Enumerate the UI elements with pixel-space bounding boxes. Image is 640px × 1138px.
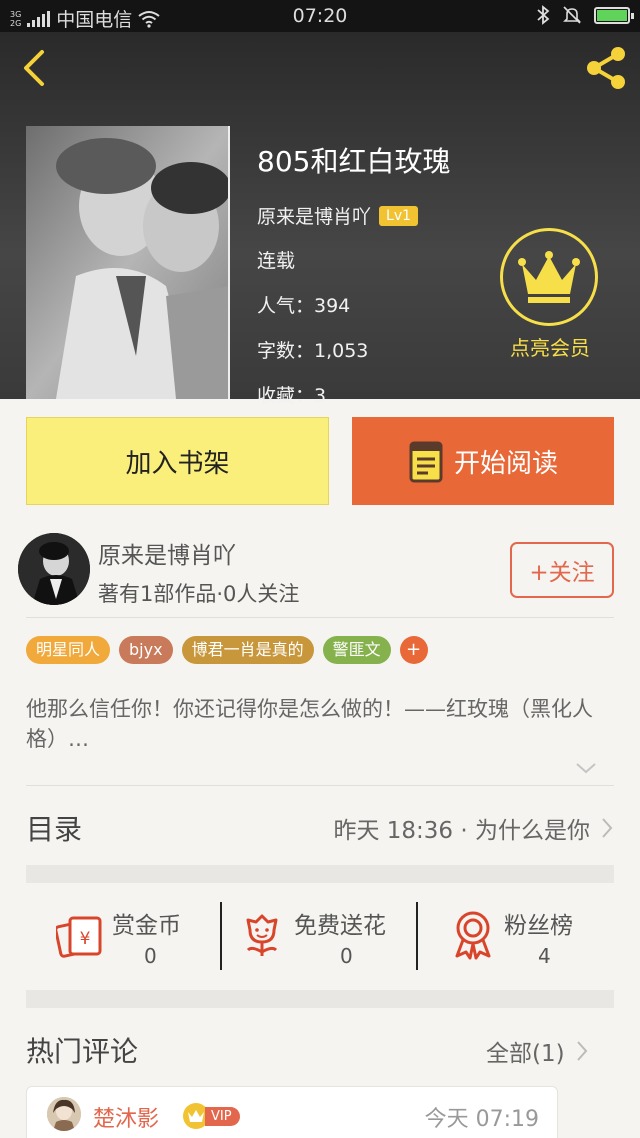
crown-icon xyxy=(518,251,580,303)
reward-coins-count: 0 xyxy=(144,944,157,968)
chevron-right-icon xyxy=(576,1041,587,1061)
tag-item[interactable]: bjyx xyxy=(119,636,173,664)
chevron-down-icon[interactable] xyxy=(574,760,598,776)
svg-text:¥: ¥ xyxy=(80,929,91,949)
vip-membership-button[interactable] xyxy=(500,228,598,326)
fan-ranking-button[interactable]: 粉丝榜 4 xyxy=(418,900,614,970)
all-comments-link[interactable]: 全部(1) xyxy=(486,1034,589,1068)
vip-membership-label[interactable]: 点亮会员 xyxy=(490,332,610,361)
author-stats: 著有1部作品·0人关注 xyxy=(98,582,300,606)
fan-ranking-count: 4 xyxy=(538,944,551,968)
status-bar: 3G 2G 中国电信 07:20 xyxy=(0,0,640,32)
author-avatar[interactable] xyxy=(18,533,90,605)
table-of-contents-row[interactable]: 目录 昨天 18:36 · 为什么是你 xyxy=(26,800,614,856)
red-envelope-icon: ¥ xyxy=(56,916,102,958)
reward-coins-button[interactable]: ¥ 赏金币 0 xyxy=(26,900,220,970)
battery-icon xyxy=(594,6,634,24)
start-reading-button[interactable]: 开始阅读 xyxy=(352,417,614,505)
author-level-badge: Lv1 xyxy=(379,205,419,226)
book-popularity: 人气：394 xyxy=(257,295,351,317)
book-icon xyxy=(409,441,443,483)
fan-ranking-label: 粉丝榜 xyxy=(504,913,573,939)
toc-title: 目录 xyxy=(26,813,83,846)
add-to-shelf-label: 加入书架 xyxy=(125,448,230,479)
more-tags-button[interactable]: + xyxy=(399,636,428,664)
all-comments-label: 全部(1) xyxy=(486,1041,565,1067)
mute-bell-icon xyxy=(563,6,581,24)
book-favorites: 收藏：3 xyxy=(257,385,327,407)
latest-chapter: 昨天 18:36 · 为什么是你 xyxy=(333,818,590,844)
section-divider xyxy=(26,990,614,1008)
book-author[interactable]: 原来是博肖吖 xyxy=(257,202,371,229)
book-info: 805和红白玫瑰 原来是博肖吖 Lv1 连载 人气：394 字数：1,053 收… xyxy=(257,140,450,408)
book-header: 805和红白玫瑰 原来是博肖吖 Lv1 连载 人气：394 字数：1,053 收… xyxy=(0,32,640,407)
chevron-left-icon xyxy=(24,50,44,86)
chevron-right-icon xyxy=(602,818,613,838)
follow-button[interactable]: +关注 xyxy=(510,542,614,598)
tag-item[interactable]: 警匪文 xyxy=(322,636,391,664)
comment-time: 今天 07:19 xyxy=(424,1107,539,1132)
share-button[interactable] xyxy=(580,42,632,94)
send-flowers-count: 0 xyxy=(340,944,353,968)
send-flowers-label: 免费送花 xyxy=(294,913,386,939)
vip-badge: VIP xyxy=(183,1103,240,1129)
flower-icon xyxy=(246,914,278,956)
comment-item[interactable]: 楚沐影 VIP 今天 07:19 xyxy=(26,1086,558,1138)
send-flowers-button[interactable]: 免费送花 0 xyxy=(222,900,416,970)
divider xyxy=(26,617,614,618)
tag-item[interactable]: 明星同人 xyxy=(26,636,111,664)
book-word-count: 字数：1,053 xyxy=(257,340,369,362)
share-icon xyxy=(587,47,625,89)
medal-icon xyxy=(455,911,491,960)
vip-badge-label: VIP xyxy=(205,1106,240,1126)
divider xyxy=(26,785,614,786)
bluetooth-icon xyxy=(537,5,550,25)
hot-comments-title: 热门评论 xyxy=(26,1035,139,1068)
tag-item[interactable]: 博君一肖是真的 xyxy=(181,636,314,664)
back-button[interactable] xyxy=(14,46,54,90)
commenter-avatar[interactable] xyxy=(47,1097,81,1131)
book-description[interactable]: 他那么信任你！你还记得你是怎么做的！——红玫瑰（黑化人格）… xyxy=(26,694,616,754)
add-to-shelf-button[interactable]: 加入书架 xyxy=(26,417,329,505)
book-title: 805和红白玫瑰 xyxy=(257,145,451,178)
book-status: 连载 xyxy=(257,250,296,272)
author-name[interactable]: 原来是博肖吖 xyxy=(98,536,236,570)
tag-list: 明星同人 bjyx 博君一肖是真的 警匪文 + xyxy=(26,636,428,664)
commenter-name[interactable]: 楚沐影 xyxy=(93,1101,159,1133)
start-reading-label: 开始阅读 xyxy=(453,448,558,479)
section-divider xyxy=(26,865,614,883)
book-cover-image[interactable] xyxy=(26,126,230,399)
reward-coins-label: 赏金币 xyxy=(112,913,181,939)
follow-label: +关注 xyxy=(529,560,595,586)
